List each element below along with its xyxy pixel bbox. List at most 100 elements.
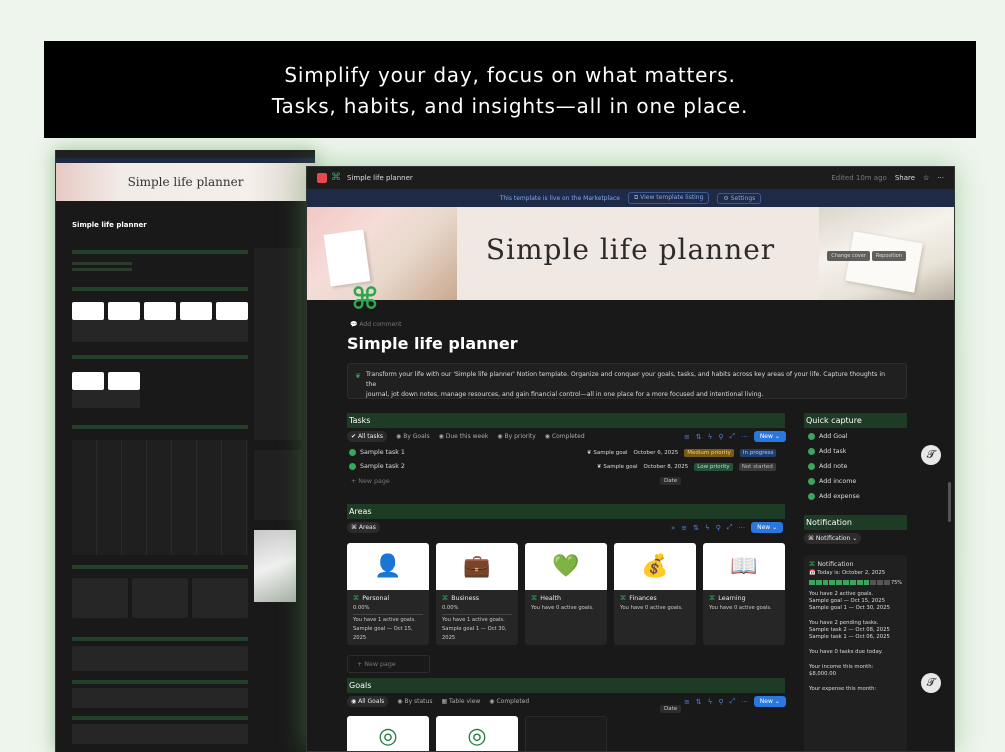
automation-icon[interactable]: ϟ — [705, 524, 710, 532]
mini-area-card — [216, 302, 248, 320]
more-icon[interactable]: ··· — [741, 433, 748, 441]
expand-icon[interactable]: ⤢ — [730, 432, 736, 441]
tab-label: Completed — [496, 698, 530, 705]
tab-due-this-week[interactable]: ◉ Due this week — [439, 433, 489, 440]
new-page-button[interactable]: + New page — [351, 478, 390, 485]
new-page-label: New page — [358, 478, 390, 485]
new-task-button[interactable]: New ⌄ — [753, 431, 786, 442]
tab-by-goals[interactable]: ◉ By Goals — [396, 433, 430, 440]
area-name: ⌘ Learning — [709, 595, 746, 602]
sort-icon[interactable]: ⇅ — [693, 524, 699, 532]
area-line-1: You have 0 active goals. — [620, 605, 683, 611]
mini-navigation — [254, 450, 302, 520]
scrollbar[interactable] — [948, 482, 951, 522]
expand-icon[interactable]: ⤢ — [727, 523, 733, 532]
command-icon[interactable]: ⌘ — [351, 285, 381, 315]
task-row[interactable]: Sample task 1 — [349, 449, 405, 456]
automation-icon[interactable]: ϟ — [708, 433, 713, 441]
mini-resources-list — [72, 724, 248, 744]
tab-label: All Goals — [358, 698, 385, 705]
progress-segment — [856, 580, 863, 585]
settings-button[interactable]: ⚙ Settings — [717, 192, 762, 204]
leaf-icon: ❦ — [355, 372, 361, 380]
new-area-page-button[interactable]: + New page — [347, 655, 430, 673]
date-chip[interactable]: Date — [660, 705, 682, 713]
add-expense-button[interactable]: Add expense — [804, 489, 907, 504]
ai-assistant-icon[interactable]: 𝓣 — [921, 673, 941, 693]
task-row[interactable]: Sample task 2 — [349, 463, 405, 470]
mini-goals-header — [72, 355, 248, 359]
filter-icon[interactable]: ≡ — [684, 698, 690, 706]
more-icon[interactable]: ··· — [937, 174, 944, 182]
more-icon[interactable]: ··· — [741, 698, 748, 706]
add-comment-button[interactable]: 💬 Add comment — [350, 321, 401, 328]
area-line-3: 2025 — [353, 635, 367, 641]
search-icon[interactable]: ⚲ — [718, 433, 723, 441]
area-card-health[interactable]: 💚 ⌘ Health You have 0 active goals. — [525, 543, 607, 645]
areas-tabs: ⌘ Areas — [347, 522, 380, 533]
change-cover-button[interactable]: Change cover — [827, 251, 870, 261]
quick-capture-header: Quick capture — [804, 413, 907, 428]
reposition-button[interactable]: Reposition — [871, 251, 906, 261]
chevrons-icon[interactable]: » — [671, 524, 675, 532]
titlebar: ⌘ Simple life planner Edited 10m ago Sha… — [307, 167, 954, 189]
tab-all-tasks[interactable]: ✔ All tasks — [347, 431, 388, 442]
notification-title: ⌘ Notification — [809, 561, 902, 568]
tab-by-priority[interactable]: ◉ By priority — [497, 433, 535, 440]
sort-icon[interactable]: ⇅ — [696, 433, 702, 441]
tab-by-status[interactable]: ◉ By status — [397, 698, 432, 705]
command-icon: ⌘ — [809, 561, 816, 568]
more-icon[interactable]: ··· — [738, 524, 745, 532]
settings-label: Settings — [730, 194, 756, 202]
tab-notification[interactable]: ⌘ Notification ⌄ — [804, 533, 862, 544]
date-chip[interactable]: Date — [660, 477, 682, 485]
income-value: $8,000.00 — [809, 671, 836, 677]
expand-icon[interactable]: ⤢ — [730, 697, 736, 706]
goal-card[interactable]: ◎ — [347, 716, 429, 751]
task-goal: ❦ Sample goal — [587, 450, 628, 456]
ai-assistant-icon[interactable]: 𝓣 — [921, 445, 941, 465]
mini-habit-card — [192, 578, 248, 618]
money-bag-icon: 💰 — [614, 543, 696, 590]
goal-card[interactable]: ◎ — [436, 716, 518, 751]
area-card-finances[interactable]: 💰 ⌘ Finances You have 0 active goals. — [614, 543, 696, 645]
notification-header: Notification — [804, 515, 907, 530]
goal-placeholder-card[interactable] — [525, 716, 607, 751]
view-listing-button[interactable]: ⧉ View template listing — [627, 192, 710, 204]
new-area-button[interactable]: New ⌄ — [751, 522, 784, 533]
share-button[interactable]: Share — [895, 174, 915, 182]
mini-notes-list — [72, 688, 248, 708]
area-line-2: Sample goal 1 — Oct 30, — [442, 626, 507, 632]
add-task-button[interactable]: Add task — [804, 444, 907, 459]
mini-area-card — [72, 302, 104, 320]
tab-areas[interactable]: ⌘ Areas — [347, 522, 380, 533]
search-icon[interactable]: ⚲ — [718, 698, 723, 706]
add-note-button[interactable]: Add note — [804, 459, 907, 474]
tab-table-view[interactable]: ▦ Table view — [441, 698, 480, 705]
tab-completed[interactable]: ◉ Completed — [489, 698, 529, 705]
tasks-heading: Tasks — [349, 416, 371, 425]
sort-icon[interactable]: ⇅ — [696, 698, 702, 706]
tab-all-goals[interactable]: ◉ All Goals — [347, 696, 389, 707]
new-goal-button[interactable]: New ⌄ — [753, 696, 786, 707]
tab-label: Notification — [815, 535, 851, 542]
area-card-learning[interactable]: 📖 ⌘ Learning You have 0 active goals. — [703, 543, 785, 645]
intro-callout: ❦ Transform your life with our 'Simple l… — [347, 363, 907, 399]
area-card-business[interactable]: 💼 ⌘ Business 0.00% You have 1 active goal… — [436, 543, 518, 645]
mini-cover: Simple life planner — [56, 163, 315, 201]
star-icon[interactable]: ☆ — [923, 174, 929, 182]
new-label: New — [759, 433, 773, 440]
add-income-button[interactable]: Add income — [804, 474, 907, 489]
tab-completed[interactable]: ◉ Completed — [545, 433, 585, 440]
search-icon[interactable]: ⚲ — [716, 524, 721, 532]
filter-icon[interactable]: ≡ — [684, 433, 690, 441]
page-cover: Simple life planner Change cover Reposit… — [307, 207, 954, 300]
area-card-personal[interactable]: 👤 ⌘ Personal 0.00% You have 1 active goal… — [347, 543, 429, 645]
task-date: October 8, 2025 — [643, 464, 689, 470]
tasks-tabs: ✔ All tasks ◉ By Goals ◉ Due this week ◉… — [347, 431, 585, 442]
add-goal-button[interactable]: Add Goal — [804, 429, 907, 444]
banner-line-2: Tasks, habits, and insights—all in one p… — [271, 94, 749, 118]
filter-icon[interactable]: ≡ — [681, 524, 687, 532]
mini-row — [72, 268, 132, 271]
automation-icon[interactable]: ϟ — [708, 698, 713, 706]
